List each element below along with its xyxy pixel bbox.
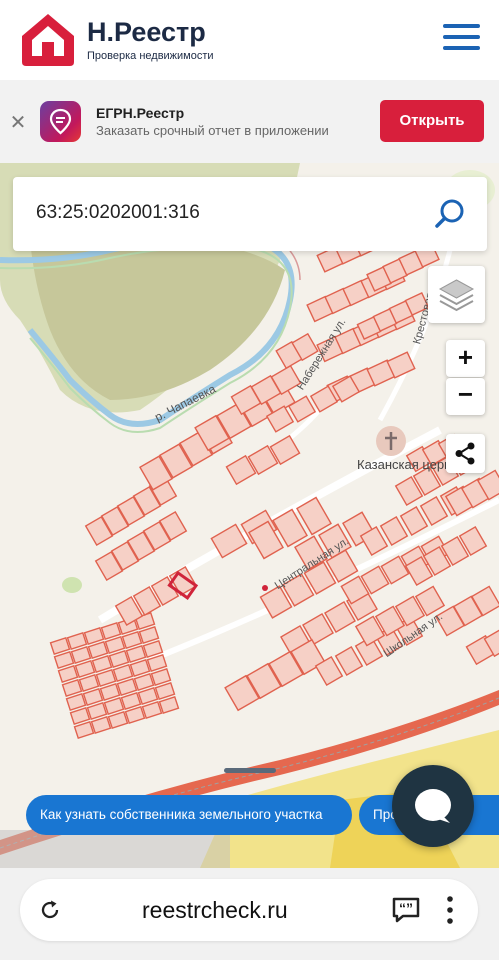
map-canvas	[0, 163, 499, 868]
land-parcel[interactable]	[116, 677, 138, 697]
land-parcel[interactable]	[73, 720, 95, 740]
svg-text:”: ”	[406, 900, 413, 916]
chat-button[interactable]	[392, 765, 474, 847]
quote-bubble-icon[interactable]: “ ”	[391, 896, 421, 924]
land-parcel[interactable]	[61, 678, 83, 698]
zoom-in-button[interactable]: +	[446, 340, 485, 377]
app-icon	[40, 101, 81, 142]
land-parcel[interactable]	[112, 663, 134, 683]
land-parcel[interactable]	[138, 625, 160, 645]
faq-chip-owner[interactable]: Как узнать собственника земельного участ…	[26, 795, 352, 835]
land-parcel[interactable]	[74, 659, 96, 679]
land-parcel[interactable]	[104, 635, 126, 655]
land-parcel[interactable]	[53, 650, 75, 670]
open-app-button[interactable]: Открыть	[380, 100, 484, 142]
land-parcel[interactable]	[57, 664, 79, 684]
url-text[interactable]: reestrcheck.ru	[142, 897, 288, 924]
land-parcel[interactable]	[66, 631, 88, 651]
brand-title[interactable]: Н.Реестр	[87, 17, 206, 48]
bottom-sheet-handle[interactable]	[224, 768, 276, 773]
land-parcel[interactable]	[133, 672, 155, 692]
house-logo-icon[interactable]	[18, 10, 78, 68]
zoom-out-button[interactable]: −	[446, 378, 485, 415]
banner-app-name: ЕГРН.Реестр	[96, 105, 185, 121]
land-parcel[interactable]	[86, 701, 108, 721]
site-header: Н.Реестр Проверка недвижимости	[0, 0, 499, 80]
share-button[interactable]	[446, 434, 485, 473]
land-parcel[interactable]	[120, 691, 142, 711]
reload-icon[interactable]	[38, 898, 62, 922]
land-parcel[interactable]	[129, 658, 151, 678]
menu-icon[interactable]	[443, 24, 480, 52]
land-parcel[interactable]	[65, 692, 87, 712]
layers-button[interactable]	[428, 266, 485, 323]
land-parcel[interactable]	[90, 715, 112, 735]
land-parcel[interactable]	[91, 654, 113, 674]
land-parcel[interactable]	[141, 700, 163, 720]
land-parcel[interactable]	[125, 644, 147, 664]
close-icon[interactable]: ✕	[8, 110, 28, 135]
land-parcel[interactable]	[154, 681, 176, 701]
svg-text:“: “	[399, 900, 406, 916]
land-parcel[interactable]	[70, 645, 92, 665]
land-parcel[interactable]	[99, 682, 121, 702]
land-parcel[interactable]	[49, 636, 71, 656]
land-parcel[interactable]	[69, 706, 91, 726]
land-parcel[interactable]	[124, 705, 146, 725]
share-icon	[455, 442, 475, 465]
land-parcel[interactable]	[121, 630, 143, 650]
land-parcel[interactable]	[103, 696, 125, 716]
land-parcel[interactable]	[108, 649, 130, 669]
land-parcel[interactable]	[150, 667, 172, 687]
land-parcel[interactable]	[107, 710, 129, 730]
land-parcel[interactable]	[82, 687, 104, 707]
search-input[interactable]: 63:25:0202001:316	[36, 202, 200, 224]
land-parcel[interactable]	[78, 673, 100, 693]
cadastral-search-box[interactable]: 63:25:0202001:316	[13, 177, 487, 251]
app-banner: ✕ ЕГРН.Реестр Заказать срочный отчет в п…	[0, 80, 499, 163]
land-parcel[interactable]	[95, 668, 117, 688]
land-parcel[interactable]	[158, 695, 180, 715]
search-icon[interactable]	[433, 197, 467, 231]
cadastral-map[interactable]: р. Чапаевка Казанская церковь Центральна…	[0, 163, 499, 868]
brand-subtitle: Проверка недвижимости	[87, 50, 214, 62]
chat-icon	[415, 789, 451, 823]
browser-toolbar: reestrcheck.ru “ ”	[0, 868, 499, 960]
banner-description: Заказать срочный отчет в приложении	[96, 123, 329, 138]
address-bar[interactable]: reestrcheck.ru “ ”	[20, 879, 478, 941]
more-vertical-icon[interactable]	[442, 893, 458, 927]
land-parcel[interactable]	[137, 686, 159, 706]
land-parcel[interactable]	[83, 626, 105, 646]
land-parcel[interactable]	[87, 640, 109, 660]
land-parcel[interactable]	[100, 621, 122, 641]
layers-icon	[438, 279, 475, 312]
